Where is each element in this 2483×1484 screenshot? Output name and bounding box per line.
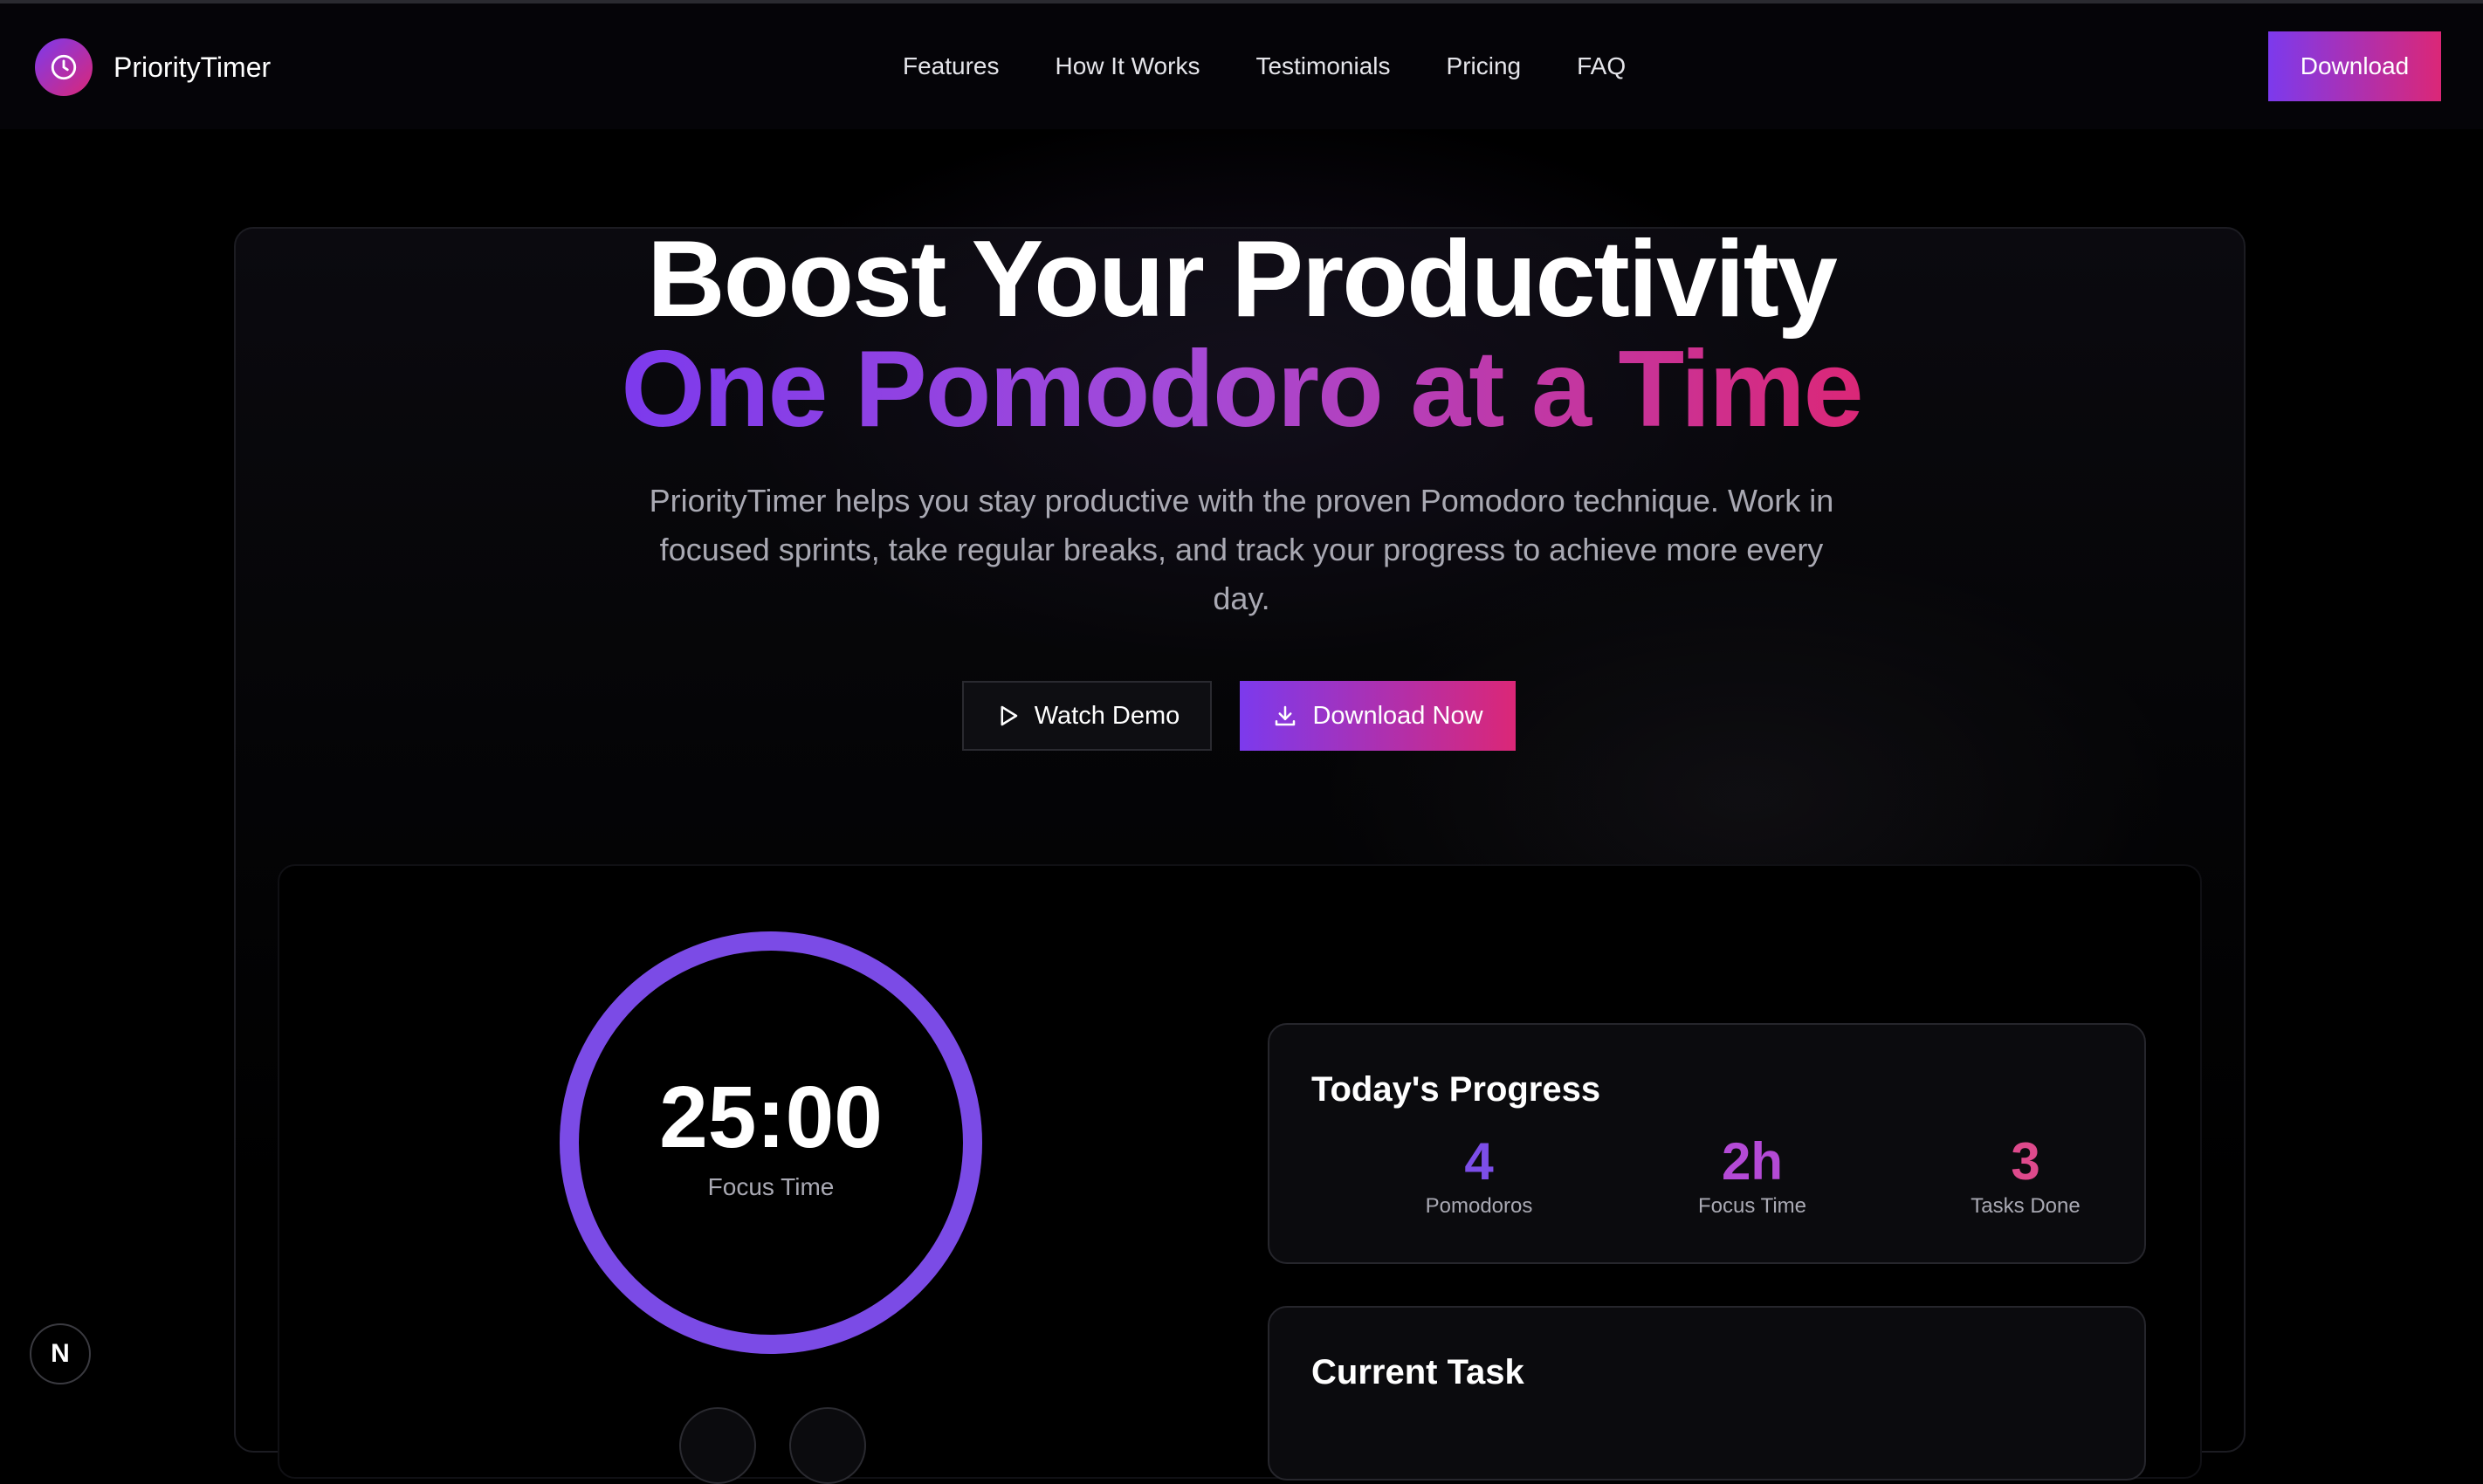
stat-pomodoros: 4 Pomodoros xyxy=(1348,1133,1610,1219)
stat-label: Pomodoros xyxy=(1425,1194,1533,1218)
current-task-card: Current Task xyxy=(1268,1306,2146,1481)
nav-download-button[interactable]: Download xyxy=(2268,31,2441,101)
stat-label: Focus Time xyxy=(1697,1194,1807,1218)
timer-value: 25:00 xyxy=(659,1068,883,1166)
progress-card: Today's Progress 4 Pomodoros 2h Focus Ti… xyxy=(1268,1023,2146,1264)
play-icon xyxy=(994,703,1021,729)
timer-label: Focus Time xyxy=(707,1173,835,1200)
nav-link-how-it-works[interactable]: How It Works xyxy=(1056,52,1200,80)
timer-control-button[interactable] xyxy=(679,1407,756,1484)
stat-focus-time: 2h Focus Time xyxy=(1621,1133,1883,1219)
nav-link-faq[interactable]: FAQ xyxy=(1577,52,1626,80)
stat-value: 2h xyxy=(1721,1132,1784,1191)
brand[interactable]: PriorityTimer xyxy=(35,38,271,96)
hero-title-line2: One Pomodoro at a Time xyxy=(0,328,2483,450)
nav-link-pricing[interactable]: Pricing xyxy=(1447,52,1522,80)
watch-demo-label: Watch Demo xyxy=(1034,701,1180,730)
hero-title-line1: Boost Your Productivity xyxy=(647,219,1838,340)
nav-links: Features How It Works Testimonials Prici… xyxy=(903,3,1626,129)
progress-card-title: Today's Progress xyxy=(1311,1070,1601,1109)
dev-tools-badge[interactable]: N xyxy=(30,1323,91,1384)
top-navbar: PriorityTimer Features How It Works Test… xyxy=(0,3,2483,129)
nav-link-testimonials[interactable]: Testimonials xyxy=(1255,52,1390,80)
stat-value: 3 xyxy=(2011,1132,2040,1191)
current-task-title: Current Task xyxy=(1311,1353,1524,1391)
hero-title-gradient-text: One Pomodoro at a Time xyxy=(621,329,1863,450)
download-icon xyxy=(1272,703,1298,729)
stat-value: 4 xyxy=(1464,1132,1494,1191)
stat-tasks-done: 3 Tasks Done xyxy=(1895,1133,2156,1219)
timer-control-button[interactable] xyxy=(789,1407,866,1484)
clock-icon xyxy=(35,38,93,96)
watch-demo-button[interactable]: Watch Demo xyxy=(962,681,1212,751)
nav-link-features[interactable]: Features xyxy=(903,52,1000,80)
download-now-label: Download Now xyxy=(1312,701,1483,730)
stat-label: Tasks Done xyxy=(1971,1194,2081,1218)
hero-subtitle: PriorityTimer helps you stay productive … xyxy=(649,483,1834,616)
download-now-button[interactable]: Download Now xyxy=(1240,681,1516,751)
brand-name: PriorityTimer xyxy=(113,51,272,83)
